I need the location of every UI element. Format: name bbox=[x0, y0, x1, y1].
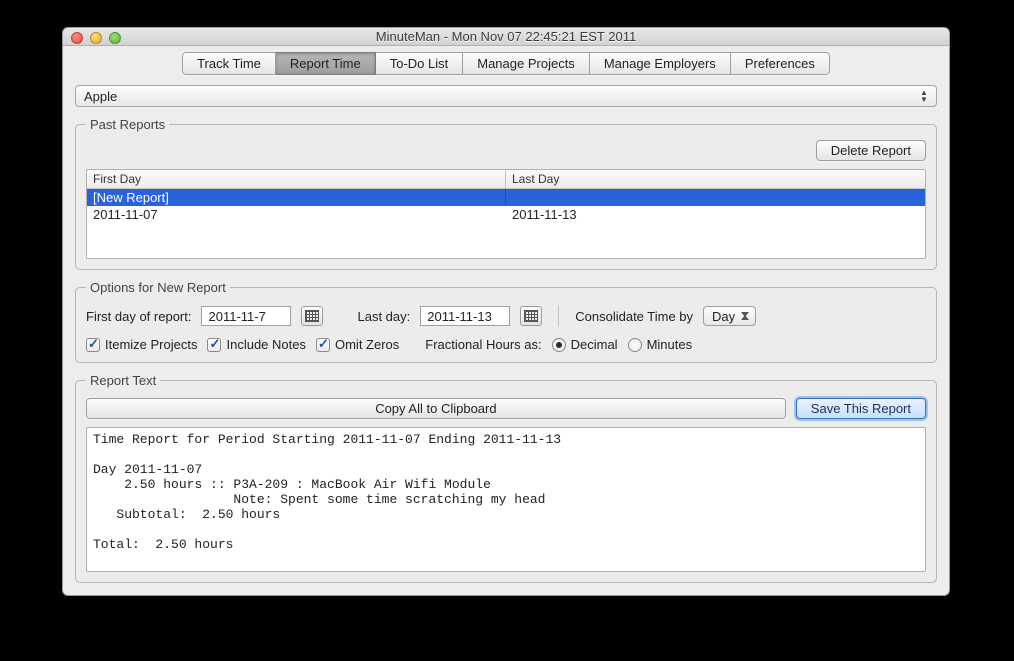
employer-select[interactable]: Apple ▲▼ bbox=[75, 85, 937, 107]
calendar-icon bbox=[524, 310, 538, 322]
include-notes-checkbox[interactable]: Include Notes bbox=[207, 337, 306, 352]
report-text-legend: Report Text bbox=[86, 373, 160, 388]
table-header: First Day Last Day bbox=[87, 170, 925, 189]
include-notes-label: Include Notes bbox=[226, 337, 306, 352]
window-controls bbox=[71, 32, 121, 44]
first-day-calendar-button[interactable] bbox=[301, 306, 323, 326]
app-window: MinuteMan - Mon Nov 07 22:45:21 EST 2011… bbox=[62, 27, 950, 596]
window-title: MinuteMan - Mon Nov 07 22:45:21 EST 2011 bbox=[376, 29, 636, 44]
past-reports-legend: Past Reports bbox=[86, 117, 169, 132]
minutes-radio[interactable]: Minutes bbox=[628, 337, 693, 352]
consolidate-select[interactable]: Day bbox=[703, 306, 756, 326]
content-area: Track Time Report Time To-Do List Manage… bbox=[63, 46, 949, 595]
options-group: Options for New Report First day of repo… bbox=[75, 280, 937, 363]
copy-all-button[interactable]: Copy All to Clipboard bbox=[86, 398, 786, 419]
checkbox-icon bbox=[316, 338, 330, 352]
delete-report-button[interactable]: Delete Report bbox=[816, 140, 926, 161]
first-day-field[interactable]: 2011-11-7 bbox=[201, 306, 291, 326]
past-reports-table: First Day Last Day [New Report] 2011-11-… bbox=[86, 169, 926, 259]
itemize-label: Itemize Projects bbox=[105, 337, 197, 352]
decimal-label: Decimal bbox=[571, 337, 618, 352]
employer-select-value: Apple bbox=[84, 89, 117, 104]
last-day-field[interactable]: 2011-11-13 bbox=[420, 306, 510, 326]
table-row[interactable]: 2011-11-07 2011-11-13 bbox=[87, 206, 925, 223]
tab-report-time[interactable]: Report Time bbox=[276, 52, 376, 75]
tab-todo-list[interactable]: To-Do List bbox=[376, 52, 464, 75]
zoom-icon[interactable] bbox=[109, 32, 121, 44]
consolidate-label: Consolidate Time by bbox=[575, 309, 693, 324]
save-report-button[interactable]: Save This Report bbox=[796, 398, 926, 419]
radio-icon bbox=[552, 338, 566, 352]
tab-manage-projects[interactable]: Manage Projects bbox=[463, 52, 590, 75]
titlebar: MinuteMan - Mon Nov 07 22:45:21 EST 2011 bbox=[63, 28, 949, 46]
fractional-label: Fractional Hours as: bbox=[425, 337, 541, 352]
cell-last-day bbox=[506, 189, 925, 206]
col-last-day[interactable]: Last Day bbox=[506, 170, 925, 188]
options-legend: Options for New Report bbox=[86, 280, 230, 295]
main-tabs: Track Time Report Time To-Do List Manage… bbox=[75, 52, 937, 75]
calendar-icon bbox=[305, 310, 319, 322]
last-day-calendar-button[interactable] bbox=[520, 306, 542, 326]
decimal-radio[interactable]: Decimal bbox=[552, 337, 618, 352]
consolidate-value: Day bbox=[712, 309, 735, 324]
tab-manage-employers[interactable]: Manage Employers bbox=[590, 52, 731, 75]
minimize-icon[interactable] bbox=[90, 32, 102, 44]
checkbox-icon bbox=[207, 338, 221, 352]
past-reports-group: Past Reports Delete Report First Day Las… bbox=[75, 117, 937, 270]
itemize-projects-checkbox[interactable]: Itemize Projects bbox=[86, 337, 197, 352]
close-icon[interactable] bbox=[71, 32, 83, 44]
col-first-day[interactable]: First Day bbox=[87, 170, 506, 188]
minutes-label: Minutes bbox=[647, 337, 693, 352]
cell-first-day: 2011-11-07 bbox=[87, 206, 506, 223]
checkbox-icon bbox=[86, 338, 100, 352]
omit-zeros-label: Omit Zeros bbox=[335, 337, 399, 352]
radio-icon bbox=[628, 338, 642, 352]
separator bbox=[558, 305, 559, 327]
report-textarea[interactable]: Time Report for Period Starting 2011-11-… bbox=[86, 427, 926, 572]
omit-zeros-checkbox[interactable]: Omit Zeros bbox=[316, 337, 399, 352]
tab-preferences[interactable]: Preferences bbox=[731, 52, 830, 75]
report-text-group: Report Text Copy All to Clipboard Save T… bbox=[75, 373, 937, 583]
last-day-label: Last day: bbox=[357, 309, 410, 324]
chevron-updown-icon: ▲▼ bbox=[916, 88, 932, 104]
table-row[interactable]: [New Report] bbox=[87, 189, 925, 206]
cell-first-day: [New Report] bbox=[87, 189, 506, 206]
first-day-label: First day of report: bbox=[86, 309, 191, 324]
cell-last-day: 2011-11-13 bbox=[506, 206, 925, 223]
tab-track-time[interactable]: Track Time bbox=[182, 52, 276, 75]
